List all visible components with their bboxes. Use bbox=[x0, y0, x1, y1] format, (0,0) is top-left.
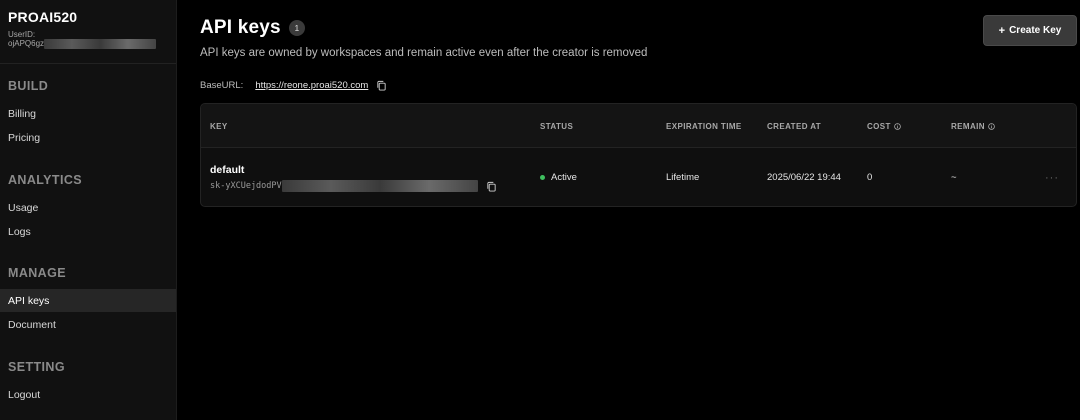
copy-icon[interactable] bbox=[486, 181, 497, 192]
brand-block: PROAI520 UserID: ojAPQ6gz bbox=[0, 0, 176, 64]
sidebar-item-pricing[interactable]: Pricing bbox=[0, 126, 176, 149]
column-header-created-at: CREATED AT bbox=[767, 122, 822, 131]
column-header-cost-label: COST bbox=[867, 122, 891, 131]
api-keys-table: KEY STATUS EXPIRATION TIME CREATED AT CO… bbox=[200, 103, 1077, 207]
status-text: Active bbox=[551, 172, 577, 183]
info-icon[interactable] bbox=[894, 123, 901, 130]
baseurl-link[interactable]: https://reone.proai520.com bbox=[255, 80, 368, 91]
expiration-cell: Lifetime bbox=[666, 172, 700, 183]
redacted-user-id bbox=[44, 39, 157, 49]
sidebar-item-logs[interactable]: Logs bbox=[0, 220, 176, 243]
user-id-label: UserID: bbox=[8, 30, 36, 39]
baseurl-row: BaseURL: https://reone.proai520.com bbox=[200, 80, 387, 91]
section-title-manage: MANAGE bbox=[8, 266, 66, 280]
user-id: ojAPQ6gz bbox=[8, 39, 168, 49]
section-title-build: BUILD bbox=[8, 79, 49, 93]
copy-icon[interactable] bbox=[376, 80, 387, 91]
key-value: sk-yXCUejdodPV bbox=[210, 180, 497, 192]
baseurl-label: BaseURL: bbox=[200, 80, 244, 91]
info-icon[interactable] bbox=[988, 123, 995, 130]
status-cell: Active bbox=[540, 172, 577, 183]
cost-cell: 0 bbox=[867, 172, 873, 183]
sidebar-item-usage[interactable]: Usage bbox=[0, 196, 176, 219]
sidebar-item-billing[interactable]: Billing bbox=[0, 102, 176, 125]
remain-cell: ~ bbox=[951, 172, 957, 183]
redacted-key bbox=[281, 180, 478, 192]
sidebar-item-logout[interactable]: Logout bbox=[0, 383, 176, 406]
sidebar-item-api-keys[interactable]: API keys bbox=[0, 289, 176, 312]
plus-icon: + bbox=[998, 24, 1006, 37]
main-content: API keys 1 API keys are owned by workspa… bbox=[200, 0, 1080, 420]
column-header-remain: REMAIN bbox=[951, 122, 995, 131]
more-horizontal-icon[interactable]: ··· bbox=[1045, 172, 1059, 184]
title-row: API keys 1 bbox=[200, 17, 305, 39]
key-prefix: sk-yXCUejdodPV bbox=[210, 181, 282, 191]
created-at-cell: 2025/06/22 19:44 bbox=[767, 172, 841, 183]
key-count-badge: 1 bbox=[288, 20, 305, 36]
status-dot-icon bbox=[540, 175, 545, 180]
brand-name: PROAI520 bbox=[8, 9, 78, 25]
table-header: KEY STATUS EXPIRATION TIME CREATED AT CO… bbox=[201, 104, 1076, 148]
create-key-button[interactable]: + Create Key bbox=[983, 15, 1077, 46]
section-title-setting: SETTING bbox=[8, 360, 65, 374]
column-header-key: KEY bbox=[210, 122, 228, 131]
key-name: default bbox=[210, 164, 245, 176]
table-row: default sk-yXCUejdodPV Active Lifetime 2… bbox=[201, 148, 1076, 206]
user-id-value: ojAPQ6gz bbox=[8, 39, 45, 48]
column-header-status: STATUS bbox=[540, 122, 574, 131]
sidebar: PROAI520 UserID: ojAPQ6gz BUILD Billing … bbox=[0, 0, 177, 420]
create-key-label: Create Key bbox=[1009, 25, 1062, 36]
column-header-expiration: EXPIRATION TIME bbox=[666, 122, 742, 131]
sidebar-item-document[interactable]: Document bbox=[0, 313, 176, 336]
section-title-analytics: ANALYTICS bbox=[8, 173, 82, 187]
column-header-cost: COST bbox=[867, 122, 901, 131]
page-subtitle: API keys are owned by workspaces and rem… bbox=[200, 47, 648, 59]
column-header-remain-label: REMAIN bbox=[951, 122, 985, 131]
page-title: API keys bbox=[200, 17, 281, 38]
